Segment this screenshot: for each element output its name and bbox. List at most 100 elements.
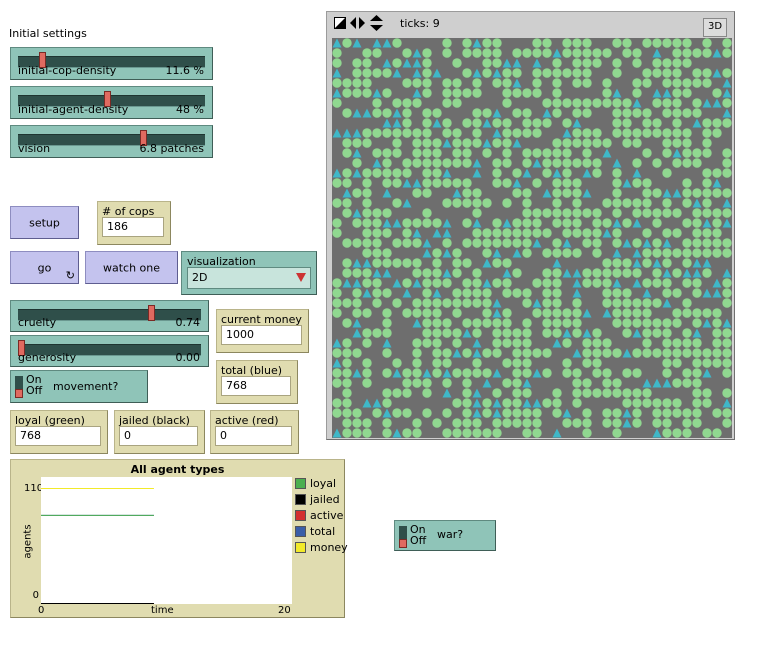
agent-circle [482,198,492,208]
agent-circle [572,228,582,238]
agent-circle [552,208,562,218]
agent-circle [712,118,722,128]
agent-circle [642,228,652,238]
agent-circle [492,428,502,438]
agent-circle [542,368,552,378]
agent-circle [542,68,552,78]
agent-circle [672,228,682,238]
war-switch[interactable]: On Off war? [394,520,496,551]
agent-circle [602,78,612,88]
agent-circle [532,408,542,418]
chooser-select[interactable]: 2D [187,267,311,289]
view-edit-icon[interactable] [334,17,346,29]
setup-button[interactable]: setup [10,206,79,239]
agent-circle [482,398,492,408]
cop-triangle [562,328,572,338]
vision-slider[interactable]: vision 6.8 patches [10,125,213,158]
agent-circle [502,68,512,78]
watch-one-button[interactable]: watch one [85,251,178,284]
agent-circle [442,128,452,138]
slider-thumb[interactable] [148,305,156,321]
x-axis-label: time [151,605,174,616]
agent-circle [442,318,452,328]
cop-triangle [602,308,612,318]
agent-circle [642,118,652,128]
agent-circle [342,258,352,268]
agent-circle [652,418,662,428]
agent-circle [492,158,502,168]
agent-circle [432,148,442,158]
agent-circle [612,168,622,178]
agent-circle [462,88,472,98]
agent-circle [572,178,582,188]
agent-circle [692,318,702,328]
visualization-chooser[interactable]: visualization 2D [181,251,317,295]
agent-circle [592,138,602,148]
agent-circle [472,88,482,98]
agent-circle [452,338,462,348]
world-canvas[interactable] [332,38,732,438]
agent-circle [532,38,542,48]
cop-triangle [512,78,522,88]
go-button[interactable]: go ↻ [10,251,79,284]
cruelty-slider[interactable]: cruelty 0.74 [10,300,209,332]
agent-circle [432,338,442,348]
agent-circle [692,218,702,228]
agent-circle [712,88,722,98]
agent-circle [552,328,562,338]
agent-circle [532,78,542,88]
agent-circle [632,198,642,208]
agent-circle [572,158,582,168]
agent-circle [512,388,522,398]
cop-triangle [362,258,372,268]
agent-circle [702,208,712,218]
agent-circle [602,278,612,288]
agent-circle [382,228,392,238]
agent-circle [662,288,672,298]
agent-circle [332,368,342,378]
agent-circle [472,298,482,308]
agent-circle [402,428,412,438]
agent-circle [362,168,372,178]
movement-switch[interactable]: On Off movement? [10,370,148,403]
agent-circle [722,408,732,418]
world-view[interactable]: ticks: 9 3D [326,11,735,440]
agent-circle [372,98,382,108]
agent-circle [422,298,432,308]
agent-circle [422,78,432,88]
agent-circle [582,428,592,438]
world-agents [332,38,732,438]
agent-circle [652,188,662,198]
agent-circle [362,58,372,68]
cop-triangle [352,368,362,378]
cop-triangle [482,118,492,128]
agent-circle [342,358,352,368]
generosity-slider[interactable]: generosity 0.00 [10,335,209,367]
agent-circle [512,348,522,358]
3d-view-button[interactable]: 3D [703,18,727,37]
agent-circle [672,58,682,68]
agent-circle [432,328,442,338]
vertical-resize-icon[interactable] [370,15,383,31]
agent-circle [502,228,512,238]
agent-circle [702,138,712,148]
agent-circle [612,198,622,208]
agent-circle [692,408,702,418]
initial-cop-density-slider[interactable]: initial-cop-density 11.6 % [10,47,213,80]
agent-circle [672,408,682,418]
initial-agent-density-slider[interactable]: initial-agent-density 48 % [10,86,213,119]
agent-circle [642,178,652,188]
agent-circle [522,148,532,158]
agent-circle [402,228,412,238]
agent-circle [692,378,702,388]
horizontal-resize-icon[interactable] [350,17,365,29]
agent-circle [652,38,662,48]
agent-circle [632,48,642,58]
agent-circle [472,128,482,138]
cop-triangle [342,188,352,198]
agent-circle [582,98,592,108]
agent-circle [502,138,512,148]
agent-circle [452,258,462,268]
cop-triangle [662,378,672,388]
agent-circle [702,348,712,358]
